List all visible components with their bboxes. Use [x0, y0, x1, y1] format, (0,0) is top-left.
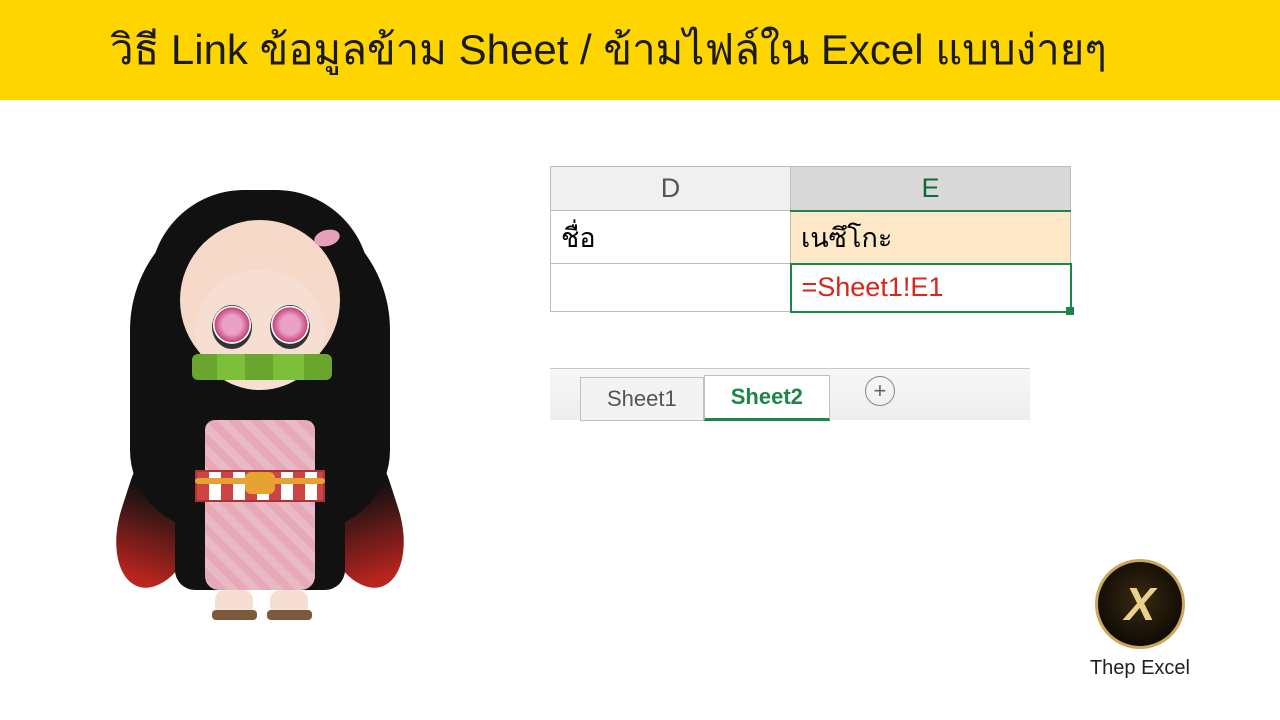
add-sheet-button[interactable]: + — [865, 376, 895, 406]
cell-e1[interactable]: เนซึโกะ — [791, 211, 1071, 264]
column-header-e[interactable]: E — [791, 167, 1071, 211]
brand-name: Thep Excel — [1090, 657, 1190, 680]
sheet-tab-bar: Sheet1 Sheet2 + — [550, 368, 1030, 420]
brand-logo-icon: X — [1095, 559, 1185, 649]
sheet-tab-sheet1[interactable]: Sheet1 — [580, 377, 704, 421]
content-area: D E ชื่อ เนซึโกะ =Sheet1!E1 Sheet1 Sheet… — [0, 100, 1280, 620]
page-title: วิธี Link ข้อมูลข้าม Sheet / ข้ามไฟล์ใน … — [110, 17, 1107, 83]
excel-snippet: D E ชื่อ เนซึโกะ =Sheet1!E1 Sheet1 Sheet… — [550, 166, 1072, 620]
plus-icon: + — [873, 378, 886, 404]
brand-block: X Thep Excel — [1090, 559, 1190, 680]
formula-text: =Sheet1!E1 — [802, 272, 944, 302]
cell-e2-formula[interactable]: =Sheet1!E1 — [791, 264, 1071, 312]
spreadsheet-grid[interactable]: D E ชื่อ เนซึโกะ =Sheet1!E1 — [550, 166, 1072, 313]
fill-handle-icon[interactable] — [1066, 307, 1074, 315]
brand-mark: X — [1125, 577, 1156, 631]
cell-d1[interactable]: ชื่อ — [551, 211, 791, 264]
title-banner: วิธี Link ข้อมูลข้าม Sheet / ข้ามไฟล์ใน … — [0, 0, 1280, 100]
sheet-tab-sheet2[interactable]: Sheet2 — [704, 375, 830, 421]
character-illustration — [100, 160, 420, 620]
cell-d2[interactable] — [551, 264, 791, 312]
column-header-d[interactable]: D — [551, 167, 791, 211]
